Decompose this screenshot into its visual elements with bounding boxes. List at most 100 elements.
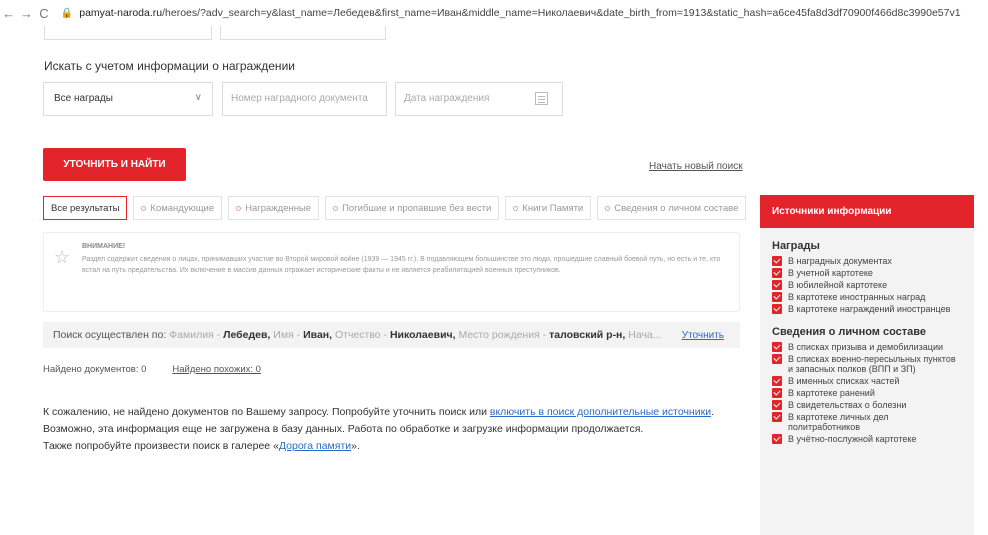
checkbox-checked-icon[interactable]	[772, 304, 782, 314]
source-checkbox-item[interactable]: В учётно-послужной картотеке	[772, 434, 962, 444]
tab-label: Погибшие и пропавшие без вести	[342, 202, 492, 214]
sidebar-section-title: Награды	[772, 240, 820, 252]
source-checkbox-item[interactable]: В списках призыва и демобилизации	[772, 342, 962, 352]
source-label: В учетной картотеке	[788, 268, 873, 278]
source-label: В свидетельствах о болезни	[788, 400, 907, 410]
previous-fields-row	[44, 26, 386, 40]
source-label: В списках призыва и демобилизации	[788, 342, 944, 352]
star-icon: ☆	[54, 247, 71, 267]
checkbox-checked-icon[interactable]	[772, 342, 782, 352]
notice-body: Раздел содержит сведения о лицах, приним…	[82, 256, 721, 274]
criteria-overflow: Нача...	[628, 329, 662, 341]
source-checkbox-item[interactable]: В наградных документах	[772, 256, 962, 266]
radio-dot-icon	[141, 205, 147, 211]
source-label: В наградных документах	[788, 256, 892, 266]
criteria-value: Иван,	[303, 329, 333, 341]
tab-label: Командующие	[150, 202, 215, 214]
source-label: В картотеке личных дел политработников	[788, 412, 889, 432]
criteria-key: Фамилия -	[169, 329, 221, 341]
sidebar-section-awards: Награды В наградных документах В учетной…	[760, 240, 974, 314]
address-bar[interactable]: pamyat-naroda.ru/heroes/?adv_search=y&la…	[79, 7, 988, 19]
checkbox-checked-icon[interactable]	[772, 268, 782, 278]
criteria-value: Лебедев,	[223, 329, 271, 341]
chevron-down-icon: ∨	[194, 92, 202, 103]
source-checkbox-item[interactable]: В свидетельствах о болезни	[772, 400, 962, 410]
criteria-value: Николаевич,	[389, 329, 456, 341]
tab-killed-missing[interactable]: Погибшие и пропавшие без вести	[325, 196, 500, 220]
sidebar-section-personnel: Сведения о личном составе В списках приз…	[760, 326, 974, 444]
checkbox-checked-icon[interactable]	[772, 354, 782, 364]
refine-link[interactable]: Уточнить	[682, 330, 724, 341]
criteria-key: Место рождения -	[458, 329, 547, 341]
tab-awarded[interactable]: Награжденные	[228, 196, 320, 220]
notice-title: ВНИМАНИЕ!	[82, 243, 126, 250]
award-document-number-input[interactable]: Номер наградного документа	[222, 82, 387, 116]
source-checkbox-item[interactable]: В списках военно-пересыльных пунктов и з…	[772, 354, 962, 374]
checkbox-checked-icon[interactable]	[772, 256, 782, 266]
source-label: В картотеке награждений иностранцев	[788, 304, 951, 314]
similar-found-link[interactable]: Найдено похожих: 0	[172, 364, 261, 375]
checkbox-checked-icon[interactable]	[772, 412, 782, 422]
message-paragraph: Также попробуйте произвести поиск в гале…	[43, 438, 733, 455]
tab-personnel-info[interactable]: Сведения о личном составе	[597, 196, 747, 220]
include-sources-link[interactable]: включить в поиск дополнительные источник…	[490, 406, 711, 418]
refine-and-search-button[interactable]: УТОЧНИТЬ И НАЙТИ	[43, 148, 186, 181]
no-results-message: К сожалению, не найдено документов по Ва…	[43, 404, 733, 455]
message-paragraph: К сожалению, не найдено документов по Ва…	[43, 406, 714, 418]
source-checkbox-item[interactable]: В учетной картотеке	[772, 268, 962, 278]
checkbox-checked-icon[interactable]	[772, 292, 782, 302]
calendar-icon[interactable]	[535, 92, 548, 105]
source-checkbox-item[interactable]: В именных списках частей	[772, 376, 962, 386]
browser-toolbar: ← → C 🔒 pamyat-naroda.ru/heroes/?adv_sea…	[0, 0, 988, 26]
awards-section-label: Искать с учетом информации о награждении	[44, 59, 295, 73]
tab-label: Награжденные	[245, 202, 312, 214]
road-of-memory-link[interactable]: Дорога памяти	[279, 440, 351, 452]
search-criteria-prefix: Поиск осуществлен по:	[53, 329, 167, 341]
url-path: /heroes/?adv_search=y&last_name=Лебедев&…	[162, 7, 961, 19]
criteria-key: Имя -	[273, 329, 301, 341]
award-date-input[interactable]: Дата награждения	[395, 82, 563, 116]
message-text: Также попробуйте произвести поиск в гале…	[43, 440, 279, 452]
source-checkbox-item[interactable]: В картотеке личных дел политработников	[772, 412, 962, 432]
checkbox-checked-icon[interactable]	[772, 376, 782, 386]
source-checkbox-item[interactable]: В картотеке награждений иностранцев	[772, 304, 962, 314]
criteria-key: Отчество -	[334, 329, 388, 341]
source-label: В картотеке ранений	[788, 388, 875, 398]
tab-label: Все результаты	[51, 202, 120, 214]
tab-commanders[interactable]: Командующие	[133, 196, 223, 220]
tab-all-results[interactable]: Все результаты	[43, 196, 128, 220]
tab-memory-books[interactable]: Книги Памяти	[505, 196, 592, 220]
source-label: В юбилейной картотеке	[788, 280, 888, 290]
documents-found-count: Найдено документов: 0	[43, 364, 147, 375]
checkbox-checked-icon[interactable]	[772, 388, 782, 398]
source-checkbox-item[interactable]: В картотеке иностранных наград	[772, 292, 962, 302]
source-label: В именных списках частей	[788, 376, 900, 386]
checkbox-checked-icon[interactable]	[772, 434, 782, 444]
result-counts: Найдено документов: 0 Найдено похожих: 0	[43, 364, 261, 375]
url-domain: pamyat-naroda.ru	[79, 7, 163, 19]
message-text: К сожалению, не найдено документов по Ва…	[43, 406, 487, 418]
source-checkbox-item[interactable]: В юбилейной картотеке	[772, 280, 962, 290]
forward-arrow-icon[interactable]: →	[18, 6, 36, 21]
source-label: В картотеке иностранных наград	[788, 292, 926, 302]
cut-input-left[interactable]	[44, 26, 212, 40]
checkbox-checked-icon[interactable]	[772, 400, 782, 410]
source-label: В учётно-послужной картотеке	[788, 434, 917, 444]
radio-dot-icon	[513, 205, 519, 211]
back-arrow-icon[interactable]: ←	[0, 6, 18, 21]
source-label: В списках военно-пересыльных пунктов и з…	[788, 354, 956, 374]
new-search-link[interactable]: Начать новый поиск	[649, 161, 743, 172]
tab-label: Сведения о личном составе	[614, 202, 739, 214]
checkbox-checked-icon[interactable]	[772, 280, 782, 290]
source-checkbox-item[interactable]: В картотеке ранений	[772, 388, 962, 398]
awards-select[interactable]: Все награды ∨	[43, 82, 213, 116]
result-tabs: Все результаты Командующие Награжденные …	[43, 196, 747, 220]
cut-input-right[interactable]	[220, 26, 386, 40]
awards-select-value: Все награды	[54, 93, 113, 104]
sidebar-section-title: Сведения о личном составе	[772, 326, 927, 338]
radio-dot-icon	[236, 205, 242, 211]
sources-sidebar: Источники информации Награды В наградных…	[760, 195, 974, 535]
lock-icon[interactable]: 🔒	[61, 8, 73, 19]
reload-icon[interactable]: C	[35, 6, 53, 21]
search-criteria-bar: Поиск осуществлен по: Фамилия - Лебедев,…	[43, 322, 740, 348]
